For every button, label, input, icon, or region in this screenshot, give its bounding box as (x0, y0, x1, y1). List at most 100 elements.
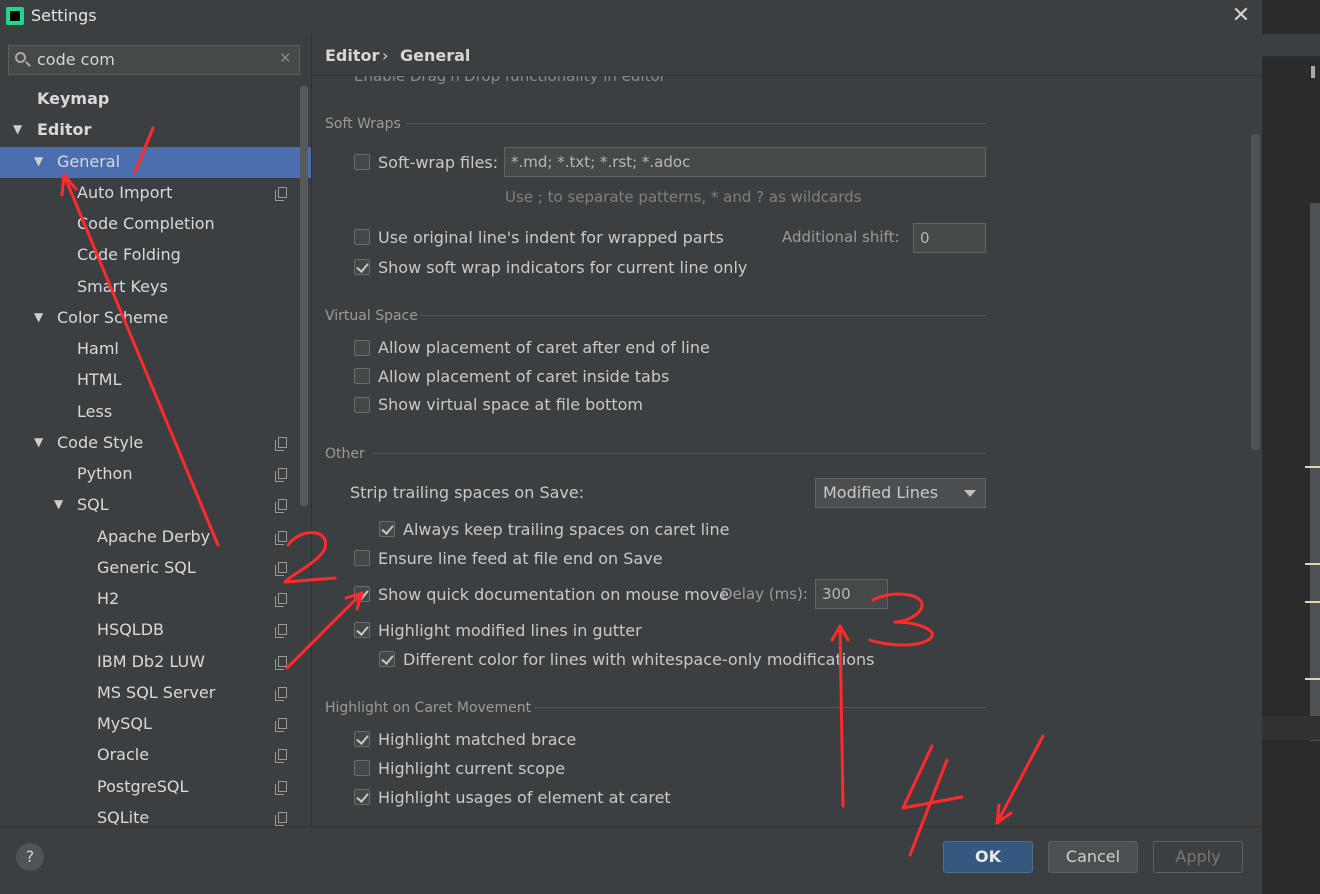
section-divider (420, 315, 986, 316)
sidebar-item-label: Color Scheme (57, 308, 169, 327)
project-level-icon (275, 687, 287, 701)
keep-trailing-checkbox[interactable] (379, 521, 395, 537)
project-level-icon (275, 781, 287, 795)
sidebar-item-ibm-db2-luw[interactable]: IBM Db2 LUW (0, 647, 311, 678)
strip-trailing-select[interactable]: Modified Lines (815, 478, 986, 508)
sidebar-item-color-scheme[interactable]: ▼ Color Scheme (0, 303, 311, 334)
sidebar-item-apache-derby[interactable]: Apache Derby (0, 522, 311, 553)
caret-after-end-checkbox[interactable] (354, 340, 370, 356)
sidebar-item-label: MS SQL Server (97, 683, 216, 702)
sidebar-item-label: Less (77, 402, 113, 421)
soft-wrap-files-checkbox[interactable] (354, 154, 370, 170)
matched-brace-label: Highlight matched brace (378, 730, 577, 749)
breadcrumb: Editor › General (312, 34, 1262, 76)
sidebar-item-label: Code Folding (77, 245, 181, 264)
sidebar-item-python[interactable]: Python (0, 459, 311, 490)
section-divider (372, 453, 986, 454)
project-level-icon (275, 593, 287, 607)
expand-arrow-icon[interactable]: ▼ (54, 497, 63, 511)
ide-backdrop-marker (1305, 678, 1320, 680)
content-scrollbar[interactable] (1251, 134, 1260, 450)
expand-arrow-icon[interactable]: ▼ (34, 310, 43, 324)
sidebar-item-auto-import[interactable]: Auto Import (0, 178, 311, 209)
ide-backdrop-marker (1305, 466, 1320, 468)
section-divider (534, 707, 986, 708)
settings-search-input[interactable]: code com ✕ (8, 45, 300, 75)
sidebar-item-general[interactable]: ▼ General (0, 147, 311, 178)
caret-inside-tabs-label: Allow placement of caret inside tabs (378, 367, 670, 386)
project-level-icon (275, 499, 287, 513)
sidebar-item-code-completion[interactable]: Code Completion (0, 209, 311, 240)
sidebar-item-label: Keymap (37, 89, 110, 108)
current-scope-checkbox[interactable] (354, 760, 370, 776)
sidebar-item-html[interactable]: HTML (0, 365, 311, 396)
current-scope-label: Highlight current scope (378, 759, 566, 778)
sidebar-item-oracle[interactable]: Oracle (0, 740, 311, 771)
settings-tree: Keymap ▼ Editor ▼ General Auto Import Code Com… (0, 84, 311, 826)
sidebar-item-label: HSQLDB (97, 620, 164, 639)
quick-doc-checkbox[interactable] (354, 586, 370, 602)
sidebar-item-mysql[interactable]: MySQL (0, 709, 311, 740)
ide-backdrop-tabstrip (1262, 34, 1320, 57)
section-caret-movement: Highlight on Caret Movement (325, 700, 532, 716)
project-level-icon (275, 468, 287, 482)
soft-wrap-indicators-checkbox[interactable] (354, 259, 370, 275)
sidebar-item-sql[interactable]: ▼ SQL (0, 490, 311, 521)
ok-button[interactable]: OK (943, 841, 1033, 873)
sidebar-item-smart-keys[interactable]: Smart Keys (0, 272, 311, 303)
delay-input[interactable]: 300 (815, 579, 888, 609)
project-level-icon (275, 718, 287, 732)
apply-button[interactable]: Apply (1153, 841, 1243, 873)
breadcrumb-separator: › (382, 46, 389, 65)
matched-brace-checkbox[interactable] (354, 731, 370, 747)
sidebar-item-haml[interactable]: Haml (0, 334, 311, 365)
sidebar-item-editor[interactable]: ▼ Editor (0, 115, 311, 146)
clear-search-icon[interactable]: ✕ (279, 49, 292, 67)
project-level-icon (275, 656, 287, 670)
pause-icon: ❚❚ (1308, 64, 1320, 78)
keep-trailing-label: Always keep trailing spaces on caret lin… (403, 520, 730, 539)
cancel-button[interactable]: Cancel (1048, 841, 1138, 873)
search-value: code com (37, 50, 115, 69)
sidebar-item-ms-sql-server[interactable]: MS SQL Server (0, 678, 311, 709)
tree-scrollbar[interactable] (300, 86, 308, 506)
soft-wrap-hint: Use ; to separate patterns, * and ? as w… (505, 188, 862, 206)
sidebar-item-h2[interactable]: H2 (0, 584, 311, 615)
close-icon[interactable]: ✕ (1230, 4, 1252, 28)
sidebar-item-keymap[interactable]: Keymap (0, 84, 311, 115)
usages-checkbox[interactable] (354, 789, 370, 805)
window-title: Settings (31, 6, 97, 25)
line-feed-label: Ensure line feed at file end on Save (378, 549, 663, 568)
sidebar-item-less[interactable]: Less (0, 397, 311, 428)
sidebar-item-hsqldb[interactable]: HSQLDB (0, 615, 311, 646)
section-divider (406, 123, 986, 124)
section-soft-wraps: Soft Wraps (325, 116, 401, 132)
sidebar-item-postgresql[interactable]: PostgreSQL (0, 772, 311, 803)
help-icon[interactable]: ? (16, 843, 44, 871)
sidebar-item-label: Generic SQL (97, 558, 196, 577)
virtual-space-bottom-checkbox[interactable] (354, 397, 370, 413)
ide-backdrop-current-line (1262, 716, 1320, 740)
sidebar-item-label: Haml (77, 339, 119, 358)
section-other: Other (325, 446, 365, 462)
original-indent-checkbox[interactable] (354, 229, 370, 245)
sidebar-item-sqlite[interactable]: SQLite (0, 803, 311, 826)
expand-arrow-icon[interactable]: ▼ (13, 122, 22, 136)
sidebar-item-label: Auto Import (77, 183, 173, 202)
caret-after-end-label: Allow placement of caret after end of li… (378, 338, 710, 357)
caret-inside-tabs-checkbox[interactable] (354, 368, 370, 384)
sidebar-item-label: Editor (37, 120, 92, 139)
line-feed-checkbox[interactable] (354, 550, 370, 566)
breadcrumb-parent[interactable]: Editor (325, 46, 379, 65)
sidebar-item-label: Smart Keys (77, 277, 168, 296)
sidebar-item-code-style[interactable]: ▼ Code Style (0, 428, 311, 459)
sidebar-item-code-folding[interactable]: Code Folding (0, 240, 311, 271)
sidebar-item-generic-sql[interactable]: Generic SQL (0, 553, 311, 584)
highlight-modified-checkbox[interactable] (354, 622, 370, 638)
search-icon (15, 52, 26, 63)
expand-arrow-icon[interactable]: ▼ (34, 435, 43, 449)
additional-shift-input[interactable]: 0 (913, 223, 986, 253)
whitespace-color-checkbox[interactable] (379, 651, 395, 667)
expand-arrow-icon[interactable]: ▼ (34, 154, 43, 168)
soft-wrap-files-input[interactable]: *.md; *.txt; *.rst; *.adoc (504, 147, 986, 177)
